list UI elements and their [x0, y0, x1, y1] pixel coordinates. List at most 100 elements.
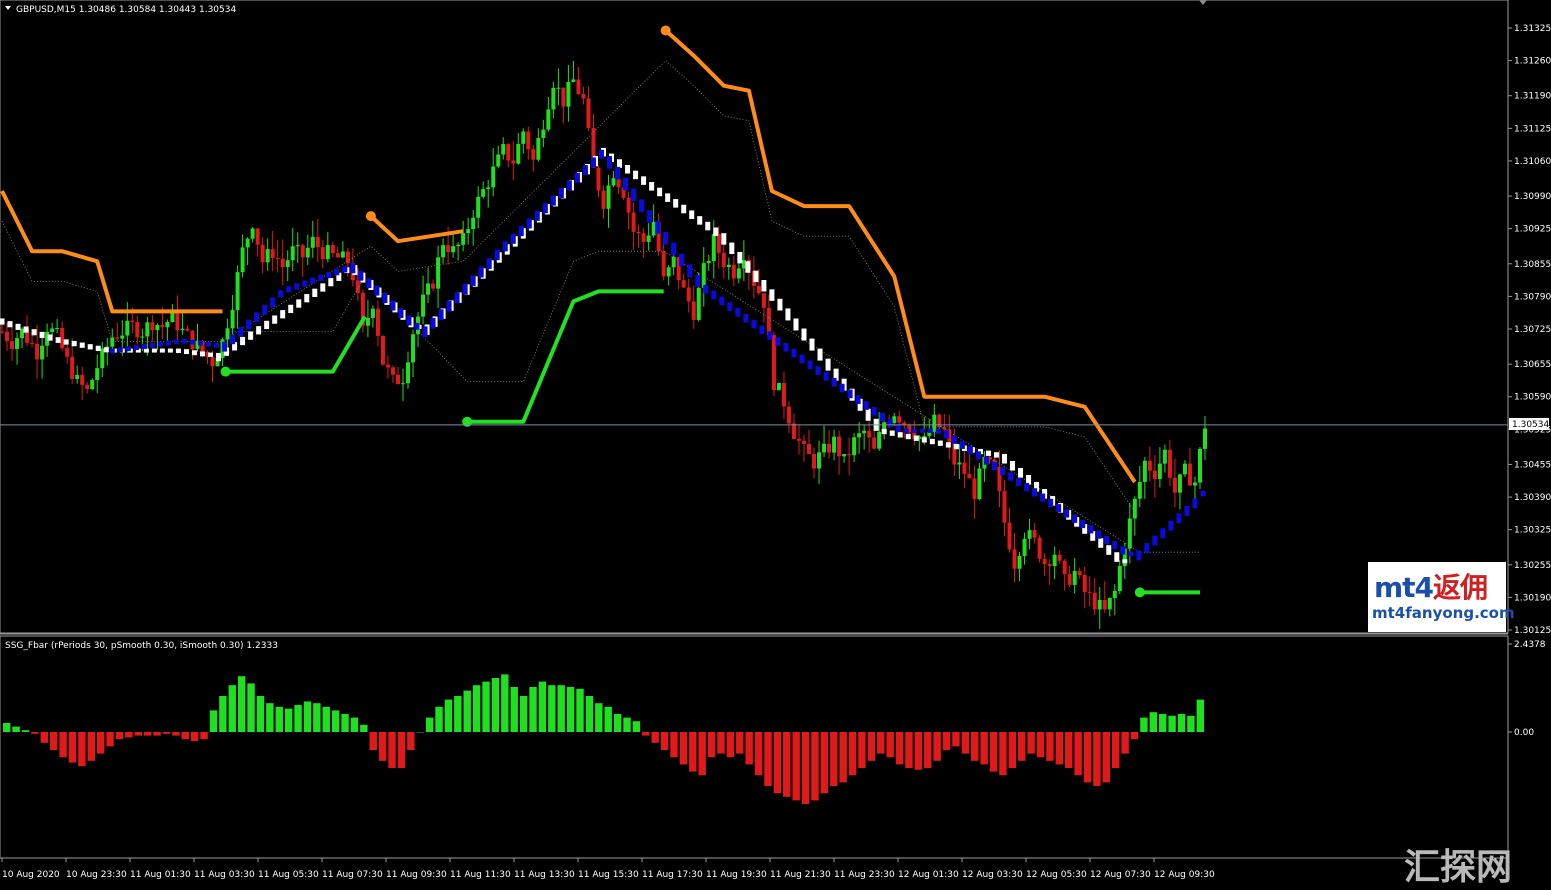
histogram-bar	[96, 732, 105, 754]
candle-body	[1177, 474, 1182, 493]
up-trend-block	[737, 251, 743, 264]
up-trend-block	[729, 242, 735, 255]
histogram-bar	[877, 732, 885, 754]
candle-body	[145, 322, 150, 337]
down-trend-block	[478, 266, 484, 278]
up-trend-block	[681, 204, 687, 214]
up-trend-block	[993, 452, 999, 458]
up-trend-block	[272, 315, 278, 324]
down-trend-block	[719, 296, 725, 306]
up-trend-block	[617, 159, 623, 168]
up-trend-block	[625, 164, 631, 174]
down-trend-block	[430, 317, 436, 329]
down-trend-block	[590, 157, 596, 168]
down-trend-block	[911, 428, 917, 433]
candle-body	[461, 233, 466, 245]
histogram-bar	[341, 714, 349, 732]
candle-body	[150, 322, 155, 331]
up-trend-block	[1002, 453, 1007, 464]
y-tick-label: 1.30325	[1514, 526, 1551, 536]
up-trend-block	[905, 433, 911, 440]
candle-body	[310, 236, 315, 248]
trading-chart[interactable]: 1.31325 1.31260 1.31190 1.31125 1.31060 1.309…	[0, 0, 1551, 885]
histogram-bar	[1140, 717, 1148, 732]
candle-body	[270, 249, 275, 258]
candle-body	[1047, 564, 1052, 566]
histogram-bar	[491, 678, 500, 732]
histogram-bar	[726, 732, 735, 758]
histogram-bar	[961, 732, 970, 754]
candle-body	[406, 362, 411, 384]
histogram-bar	[1074, 732, 1082, 776]
up-trend-block	[159, 348, 165, 353]
histogram-bar	[78, 732, 86, 767]
down-trend-block	[133, 345, 139, 351]
down-trend-block	[727, 302, 733, 311]
up-trend-block	[865, 408, 871, 421]
candle-body	[1142, 460, 1147, 482]
candle-body	[135, 322, 140, 338]
down-trend-block	[238, 327, 244, 337]
up-trend-block	[665, 193, 671, 202]
main-panel[interactable]	[0, 0, 1509, 634]
down-trend-block	[334, 269, 340, 276]
candle-body	[1172, 477, 1177, 493]
candle-body	[1017, 555, 1022, 569]
candle-body	[456, 244, 461, 247]
histogram-bar	[59, 732, 67, 758]
y-tick-label: 1.31260	[1514, 57, 1551, 67]
candle-body	[1032, 530, 1037, 538]
candle-body	[1187, 463, 1192, 486]
histogram-bar	[3, 723, 11, 732]
histogram-bar	[839, 732, 847, 783]
down-trend-block	[1096, 530, 1102, 539]
histogram-bar	[143, 732, 152, 736]
up-trend-block	[216, 352, 222, 362]
up-trend-block	[1098, 538, 1104, 548]
down-trend-block	[462, 283, 468, 295]
histogram-bar	[294, 705, 302, 732]
down-trend-block	[975, 451, 981, 460]
up-trend-block	[921, 437, 927, 443]
histogram-bar	[566, 687, 575, 732]
up-trend-block	[745, 261, 751, 273]
histogram-bar	[237, 676, 246, 732]
histogram-bar	[1008, 732, 1017, 768]
histogram-bar	[303, 701, 312, 732]
up-trend-block	[913, 435, 919, 441]
histogram-bar	[548, 685, 556, 732]
down-trend-block	[390, 300, 396, 311]
down-trend-block	[919, 428, 925, 433]
candle-body	[631, 212, 636, 232]
indicator-panel[interactable]	[0, 635, 1509, 859]
histogram-bar	[21, 730, 30, 732]
candle-body	[1102, 599, 1107, 610]
histogram-bar	[595, 703, 603, 732]
candle-body	[285, 260, 290, 268]
histogram-bar	[867, 732, 876, 761]
up-trend-block	[713, 227, 719, 237]
y-tick-label: 1.31190	[1514, 92, 1551, 102]
down-trend-block	[711, 290, 717, 300]
histogram-bar	[425, 717, 434, 732]
candle-body	[250, 228, 255, 239]
candle-body	[375, 308, 380, 336]
candle-body	[852, 437, 857, 456]
x-tick-label: 11 Aug 23:30	[834, 870, 895, 880]
candle-body	[481, 189, 486, 197]
down-trend-block	[189, 339, 195, 345]
down-trend-block	[422, 326, 428, 338]
down-trend-block	[318, 274, 324, 282]
candle-body	[611, 178, 616, 186]
histogram-bar	[914, 732, 923, 770]
y-tick-label: 1.30255	[1514, 561, 1551, 571]
down-trend-block	[775, 337, 781, 346]
down-trend-block	[510, 233, 516, 244]
histogram-bar	[172, 732, 180, 736]
up-trend-block	[801, 328, 807, 341]
candle-body	[125, 320, 130, 336]
up-trend-block	[785, 308, 791, 321]
up-trend-block	[87, 344, 93, 350]
histogram-bar	[350, 717, 359, 732]
up-trend-block	[15, 323, 21, 330]
